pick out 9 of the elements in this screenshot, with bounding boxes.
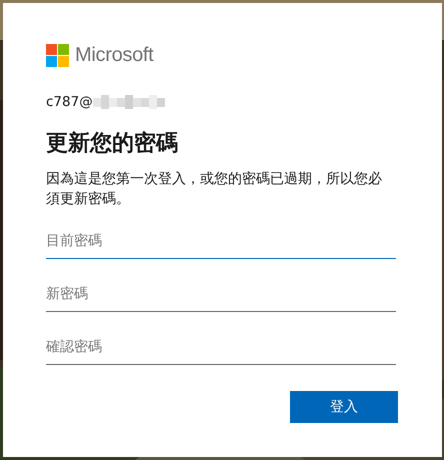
sign-in-button[interactable]: 登入: [290, 391, 398, 423]
description-text: 因為這是您第一次登入，或您的密碼已過期，所以您必須更新密碼。: [46, 170, 383, 209]
account-email: c787@: [46, 92, 93, 112]
password-field[interactable]: 新密碼: [46, 278, 396, 312]
password-field[interactable]: 目前密碼: [46, 225, 396, 259]
logo-icon: [46, 44, 69, 66]
password-field[interactable]: 確認密碼: [46, 331, 396, 365]
page-title: 更新您的密碼: [46, 130, 179, 158]
brand-name: Microsoft: [75, 43, 154, 68]
